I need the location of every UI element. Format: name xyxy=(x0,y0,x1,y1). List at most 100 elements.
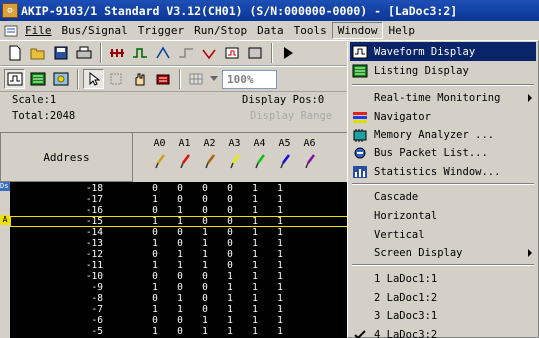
trigger-icon[interactable] xyxy=(152,43,173,63)
channel-header-a2[interactable]: A2 xyxy=(198,134,221,180)
bit-cell: 1 xyxy=(202,238,208,249)
address-cell: -5 xyxy=(91,326,103,337)
app-icon[interactable]: ⚙ xyxy=(2,3,18,18)
submenu-arrow-icon xyxy=(528,93,532,102)
bit-cell: 0 xyxy=(152,227,158,238)
menu-run-stop[interactable]: Run/Stop xyxy=(189,22,252,39)
settings-view-icon[interactable] xyxy=(50,69,71,89)
menu-item-2-ladoc1-2[interactable]: 2 LaDoc1:2 xyxy=(350,288,536,307)
channel-header-a1[interactable]: A1 xyxy=(173,134,196,180)
display-range-label: Display Range xyxy=(250,110,333,122)
channel-header-a5[interactable]: A5 xyxy=(273,134,296,180)
zoom-dropdown-icon[interactable] xyxy=(208,69,220,89)
add-signal-icon[interactable] xyxy=(129,43,150,63)
menu-item-4-ladoc3-2[interactable]: 4 LaDoc3:2 xyxy=(350,325,536,338)
print-icon[interactable] xyxy=(73,43,94,63)
zoom-tool-icon[interactable] xyxy=(152,69,173,89)
bit-cell: 1 xyxy=(252,260,258,271)
menu-item-navigator[interactable]: Navigator xyxy=(350,107,536,126)
submenu-arrow-icon xyxy=(528,248,532,257)
pointer-tool-icon[interactable] xyxy=(83,69,104,89)
bit-cell: 1 xyxy=(252,194,258,205)
menu-item-waveform-display[interactable]: Waveform Display xyxy=(350,42,536,61)
menu-item-bus-packet-list[interactable]: Bus Packet List... xyxy=(350,143,536,162)
select-tool-icon[interactable] xyxy=(106,69,127,89)
bit-cell: 1 xyxy=(252,304,258,315)
bit-cell: 1 xyxy=(202,315,208,326)
trigger-pattern-icon[interactable] xyxy=(198,43,219,63)
channel-header-a0[interactable]: A0 xyxy=(148,134,171,180)
new-file-icon[interactable] xyxy=(4,43,25,63)
menu-trigger[interactable]: Trigger xyxy=(133,22,189,39)
menu-window[interactable]: Window xyxy=(331,22,384,39)
bit-cell: 1 xyxy=(152,304,158,315)
open-folder-icon[interactable] xyxy=(27,43,48,63)
listing-view-icon[interactable] xyxy=(27,69,48,89)
menu-bar: File Bus/Signal Trigger Run/Stop Data To… xyxy=(0,21,539,40)
menu-item-cascade[interactable]: Cascade xyxy=(350,187,536,206)
bit-cell: 0 xyxy=(202,293,208,304)
toolbar-separator xyxy=(179,69,181,89)
channel-header-a3[interactable]: A3 xyxy=(223,134,246,180)
menu-help[interactable]: Help xyxy=(383,22,420,39)
bit-cell: 1 xyxy=(152,326,158,337)
trigger-setup-icon[interactable] xyxy=(221,43,242,63)
window-menu-dropdown: Waveform Display Listing Display Real-time… xyxy=(347,40,539,338)
run-icon[interactable] xyxy=(277,43,298,63)
bit-cell: 0 xyxy=(202,194,208,205)
menu-tools[interactable]: Tools xyxy=(289,22,332,39)
options-icon[interactable] xyxy=(244,43,265,63)
waveform-view-icon[interactable] xyxy=(4,69,25,89)
check-icon xyxy=(350,327,370,338)
menu-item-real-time-monitoring[interactable]: Real-time Monitoring xyxy=(350,88,536,107)
save-icon[interactable] xyxy=(50,43,71,63)
menu-item-label: Waveform Display xyxy=(374,45,476,58)
menu-file[interactable]: File xyxy=(20,22,57,39)
trigger-edge-icon[interactable] xyxy=(175,43,196,63)
add-bus-icon[interactable] xyxy=(106,43,127,63)
bit-cell: 1 xyxy=(252,282,258,293)
channel-header-a6[interactable]: A6 xyxy=(298,134,321,180)
a-marker[interactable]: A xyxy=(0,215,10,225)
menu-item-vertical[interactable]: Vertical xyxy=(350,225,536,244)
menu-item-horizontal[interactable]: Horizontal xyxy=(350,206,536,225)
hand-tool-icon[interactable] xyxy=(129,69,150,89)
bit-cell: 1 xyxy=(227,271,233,282)
bit-cell: 0 xyxy=(202,282,208,293)
bit-cell: 1 xyxy=(252,271,258,282)
menu-item-label: 2 LaDoc1:2 xyxy=(374,291,438,304)
bit-cell: 1 xyxy=(277,293,283,304)
marker-column: Ds A xyxy=(0,182,10,338)
menu-item-1-ladoc1-1[interactable]: 1 LaDoc1:1 xyxy=(350,269,536,288)
menu-item-spacer xyxy=(350,227,370,243)
scale-label: Scale:1 xyxy=(12,94,57,106)
channel-header-a4[interactable]: A4 xyxy=(248,134,271,180)
menu-item-label: 3 LaDoc3:1 xyxy=(374,309,438,322)
bit-cell: 1 xyxy=(252,216,258,227)
menu-bus-signal[interactable]: Bus/Signal xyxy=(57,22,133,39)
bit-cell: 0 xyxy=(202,183,208,194)
menu-data[interactable]: Data xyxy=(252,22,289,39)
zoom-level-field[interactable]: 100% xyxy=(222,69,277,89)
document-system-menu-icon[interactable] xyxy=(2,24,20,38)
title-bar[interactable]: ⚙ AKIP-9103/1 Standard V3.12(CH01) (S/N:… xyxy=(0,0,539,21)
menu-tools-label: Tools xyxy=(293,24,327,37)
bus-packet-icon xyxy=(350,145,370,161)
menu-item-label: Vertical xyxy=(374,228,425,241)
menu-item-listing-display[interactable]: Listing Display xyxy=(350,61,536,80)
menu-item-statistics-window[interactable]: Statistics Window... xyxy=(350,162,536,181)
menu-item-memory-analyzer[interactable]: Memory Analyzer ... xyxy=(350,125,536,144)
menu-item-screen-display[interactable]: Screen Display xyxy=(350,243,536,262)
grid-toggle-icon[interactable] xyxy=(185,69,206,89)
bit-cell: 1 xyxy=(252,315,258,326)
address-column-header[interactable]: Address xyxy=(0,132,133,182)
bit-cell: 1 xyxy=(227,315,233,326)
navigator-icon xyxy=(350,109,370,125)
zoom-level-value: 100% xyxy=(227,72,254,86)
menu-item-3-ladoc3-1[interactable]: 3 LaDoc3:1 xyxy=(350,306,536,325)
address-cell: -9 xyxy=(91,282,103,293)
bit-cell: 1 xyxy=(177,216,183,227)
menu-data-label: Data xyxy=(257,24,284,37)
menu-item-spacer xyxy=(350,245,370,261)
ds-marker[interactable]: Ds xyxy=(0,182,10,191)
